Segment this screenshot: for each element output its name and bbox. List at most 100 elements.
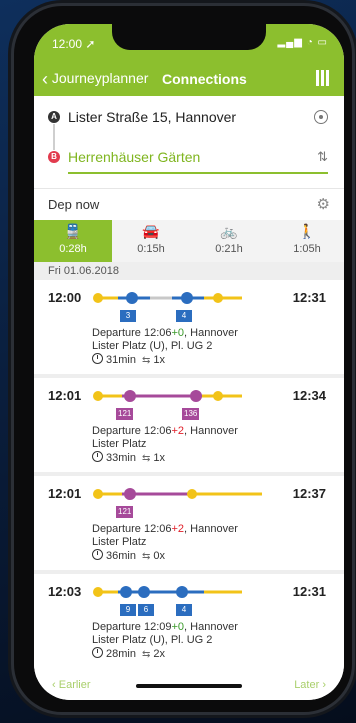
- bike-icon: 🚲: [220, 223, 238, 239]
- departure-suffix: , Hannover: [184, 327, 238, 339]
- departure-time: 12:00: [48, 290, 82, 305]
- device-notch: [112, 24, 266, 50]
- earlier-button[interactable]: ‹ Earlier: [52, 679, 91, 691]
- mode-duration: 1:05h: [293, 243, 321, 255]
- trip-duration: 33min: [106, 452, 136, 464]
- departure-time-label: Dep now: [48, 197, 100, 212]
- status-icons: ▂▄▆ ◔ ▭: [277, 37, 328, 48]
- connection-item[interactable]: 12:03 12:31 9 6 4 Departure 12:09+0, Han…: [34, 574, 344, 678]
- line-badge: 4: [176, 604, 192, 616]
- destination-pin-icon: B: [48, 151, 60, 163]
- destination-text: Herrenhäuser Gärten: [68, 149, 201, 165]
- tab-walk[interactable]: 🚶 1:05h: [268, 220, 344, 262]
- later-button[interactable]: Later ›: [294, 679, 326, 691]
- connection-list: 12:00 12:31 3 4 Departure 12:06+0, Hanno…: [34, 280, 344, 678]
- transfer-count: 1x: [153, 452, 165, 464]
- menu-icon-bar: [321, 70, 324, 86]
- trip-meta: 36min ⇆ 0x: [92, 549, 165, 562]
- menu-button[interactable]: [316, 70, 332, 86]
- departure-stop: Lister Platz: [92, 536, 147, 548]
- transfer-icon: ⇆: [141, 355, 151, 366]
- locate-icon[interactable]: [314, 110, 328, 124]
- back-label: Journeyplanner: [51, 70, 149, 86]
- departure-time: 12:03: [48, 584, 82, 599]
- departure-info: Departure 12:06+2, Hannover: [92, 523, 238, 535]
- line-badge: 3: [120, 310, 136, 322]
- route-line: [93, 488, 262, 500]
- gear-icon[interactable]: ⚙: [317, 195, 330, 213]
- transfer-count: 0x: [153, 550, 165, 562]
- departure-prefix: Departure 12:06: [92, 327, 172, 339]
- departure-suffix: , Hannover: [184, 621, 238, 633]
- date-label: Fri 01.06.2018: [48, 265, 119, 277]
- arrival-time: 12:31: [292, 290, 326, 305]
- route-line: [93, 292, 242, 304]
- connection-item[interactable]: 12:00 12:31 3 4 Departure 12:06+0, Hanno…: [34, 280, 344, 378]
- line-badge: 121: [116, 506, 134, 518]
- car-icon: 🚘: [142, 223, 160, 239]
- departure-time-row[interactable]: Dep now ⚙: [34, 188, 344, 219]
- transfer-icon: ⇆: [141, 649, 151, 660]
- clock-icon: [92, 549, 103, 560]
- nav-bar: ‹ Journeyplanner Connections: [34, 62, 344, 96]
- departure-stop: Lister Platz: [92, 438, 147, 450]
- destination-field[interactable]: B Herrenhäuser Gärten ⇅: [34, 138, 344, 178]
- mode-duration: 0:15h: [137, 243, 165, 255]
- delay: +2: [171, 425, 185, 437]
- walk-icon: 🚶: [298, 223, 316, 239]
- trip-meta: 28min ⇆ 2x: [92, 647, 165, 660]
- line-badge: 136: [182, 408, 200, 420]
- line-badges: 121: [92, 506, 262, 520]
- transfer-count: 1x: [153, 354, 165, 366]
- line-badge: 121: [116, 408, 134, 420]
- status-bar: 12:00 ➚ ▂▄▆ ◔ ▭: [34, 24, 344, 62]
- tab-car[interactable]: 🚘 0:15h: [112, 220, 190, 262]
- delay: +0: [171, 327, 185, 339]
- app-screen: 12:00 ➚ ▂▄▆ ◔ ▭ ‹ Journeyplanner Connect…: [34, 24, 344, 700]
- origin-text: Lister Straße 15, Hannover: [68, 109, 237, 125]
- mode-duration: 0:28h: [59, 243, 87, 255]
- departure-info: Departure 12:06+2, Hannover: [92, 425, 238, 437]
- departure-suffix: , Hannover: [184, 425, 238, 437]
- later-label: Later: [294, 679, 320, 691]
- line-badges: 121 136: [92, 408, 262, 422]
- swap-icon[interactable]: ⇅: [317, 149, 328, 165]
- transfer-icon: ⇆: [141, 551, 151, 562]
- line-badge: 4: [176, 310, 192, 322]
- route-line: [93, 390, 242, 402]
- departure-prefix: Departure 12:06: [92, 425, 172, 437]
- mode-tabs: 🚆 0:28h 🚘 0:15h 🚲 0:21h 🚶 1:05h: [34, 220, 344, 263]
- line-badge: 9: [120, 604, 136, 616]
- departure-info: Departure 12:09+0, Hannover: [92, 621, 238, 633]
- connection-item[interactable]: 12:01 12:37 121 Departure 12:06+2, Hanno…: [34, 476, 344, 574]
- back-button[interactable]: ‹ Journeyplanner: [42, 69, 149, 89]
- date-header: Fri 01.06.2018: [34, 262, 344, 280]
- page-title: Connections: [162, 71, 247, 87]
- departure-prefix: Departure 12:06: [92, 523, 172, 535]
- origin-field[interactable]: A Lister Straße 15, Hannover: [34, 98, 344, 138]
- clock-icon: [92, 353, 103, 364]
- transfer-icon: ⇆: [141, 453, 151, 464]
- delay: +2: [171, 523, 185, 535]
- home-indicator[interactable]: [136, 684, 242, 688]
- arrival-time: 12:31: [292, 584, 326, 599]
- trip-duration: 28min: [106, 648, 136, 660]
- line-badges: 9 6 4: [92, 604, 262, 618]
- trip-meta: 31min ⇆ 1x: [92, 353, 165, 366]
- arrival-time: 12:37: [292, 486, 326, 501]
- connection-item[interactable]: 12:01 12:34 121 136 Departure 12:06+2, H: [34, 378, 344, 476]
- clock-icon: [92, 451, 103, 462]
- chevron-left-icon: ‹: [42, 69, 48, 89]
- trip-duration: 36min: [106, 550, 136, 562]
- bus-icon: 🚆: [64, 223, 82, 239]
- mode-duration: 0:21h: [215, 243, 243, 255]
- origin-pin-icon: A: [48, 111, 60, 123]
- tab-public-transport[interactable]: 🚆 0:28h: [34, 220, 112, 262]
- tab-bike[interactable]: 🚲 0:21h: [190, 220, 268, 262]
- trip-meta: 33min ⇆ 1x: [92, 451, 165, 464]
- departure-stop: Lister Platz (U), Pl. UG 2: [92, 634, 213, 646]
- arrival-time: 12:34: [292, 388, 326, 403]
- departure-info: Departure 12:06+0, Hannover: [92, 327, 238, 339]
- route-line: [93, 586, 242, 598]
- line-badge: 6: [138, 604, 154, 616]
